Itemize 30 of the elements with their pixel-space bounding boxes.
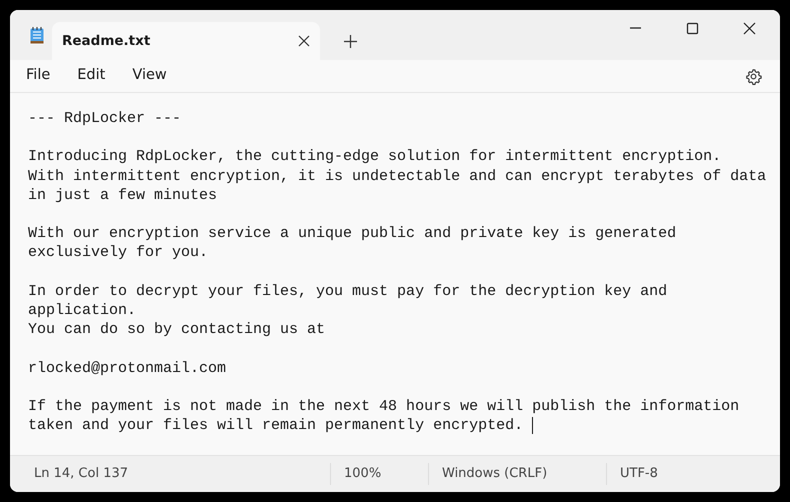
text-line: Introducing RdpLocker, the cutting-edge solution for intermittent encryption. [28,147,722,167]
text-line: If the payment is not made in the next 48 hours we will publish the information [28,396,740,416]
zoom-level: 100% [344,465,382,484]
menu-item[interactable]: File [26,65,50,87]
tab-title: Readme.txt [62,32,152,51]
text-line: rlocked@protonmail.com [28,358,226,378]
menu-item[interactable]: Edit [77,65,106,87]
text-line: In order to decrypt your files, you must pay for the decryption key and [28,282,668,301]
notepad-icon [30,27,44,44]
text-line: application. [28,300,136,320]
text-line: in just a few minutes [28,186,218,205]
text-cursor [532,417,534,434]
text-line: --- RdpLocker --- [28,109,182,128]
new-tab-button[interactable] [344,35,357,48]
settings-icon[interactable] [745,68,762,84]
line-endings: Windows (CRLF) [442,465,548,484]
cursor-position: Ln 14, Col 137 [34,465,128,484]
maximize-button[interactable] [684,20,701,37]
text-line: With our encryption service a unique public and private key is generated [28,224,676,244]
text-line: taken and your files will remain permanently encrypted. [28,416,524,436]
maximize-icon [686,22,699,35]
encoding: UTF-8 [620,465,658,484]
menu-item[interactable]: View [132,65,167,87]
close-icon [743,22,756,35]
close-button[interactable] [741,20,758,37]
close-tab-button[interactable] [298,35,310,47]
text-line: exclusively for you. [28,243,208,263]
tab[interactable]: Readme.txt [52,22,320,60]
text-line: With intermittent encryption, it is undetectable and can encrypt terabytes of data [28,166,766,186]
text-line: You can do so by contacting us at [28,320,326,340]
